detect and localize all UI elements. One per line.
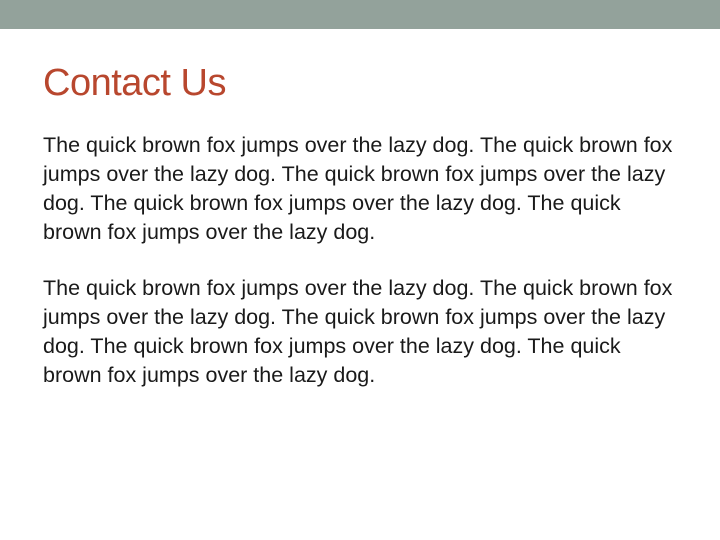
slide-body: The quick brown fox jumps over the lazy …	[43, 131, 683, 417]
slide-title: Contact Us	[43, 62, 226, 104]
top-accent-bar	[0, 0, 720, 29]
body-paragraph-1: The quick brown fox jumps over the lazy …	[43, 133, 673, 244]
body-paragraph-2: The quick brown fox jumps over the lazy …	[43, 276, 673, 387]
